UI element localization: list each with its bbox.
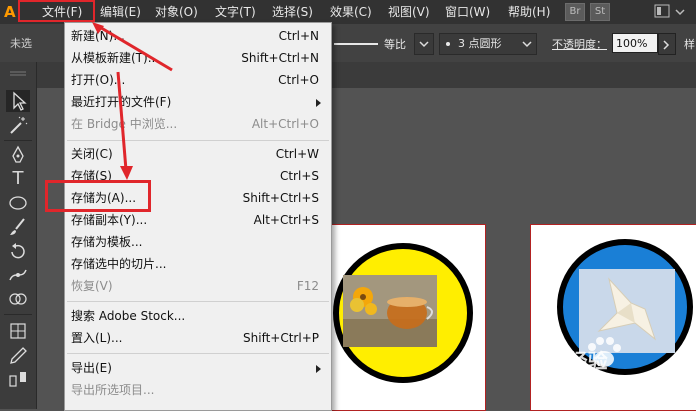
watermark-url: jingyan.baidu.com xyxy=(534,381,627,392)
baidu-watermark: Bai经验 jingyan.baidu.com xyxy=(532,335,692,405)
watermark-text: Bai经验 xyxy=(532,349,608,373)
